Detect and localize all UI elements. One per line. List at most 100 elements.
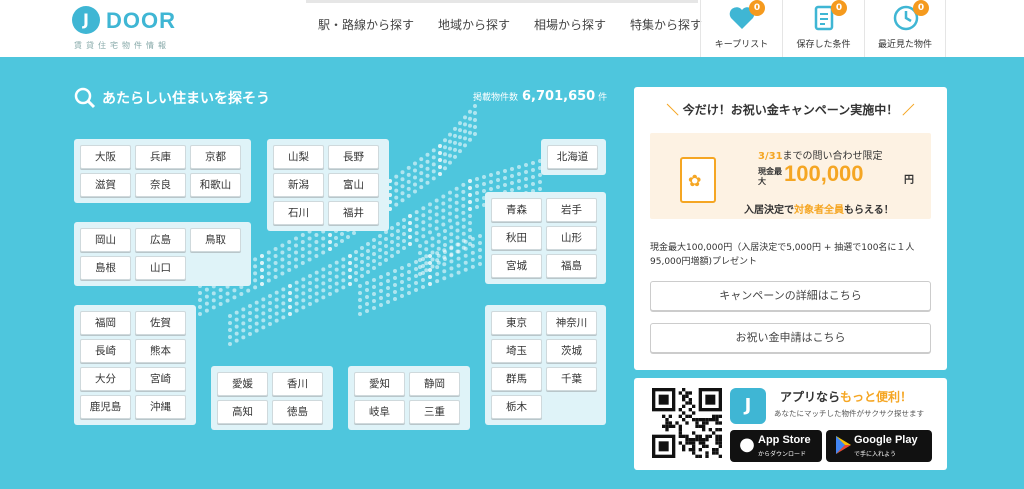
campaign-details-button[interactable]: キャンペーンの詳細はこちら: [650, 281, 931, 311]
map-dot: [438, 172, 442, 176]
pref-button[interactable]: 北海道: [547, 145, 598, 169]
pref-button[interactable]: 富山: [328, 173, 379, 197]
pref-button[interactable]: 長野: [328, 145, 379, 169]
pref-button[interactable]: 千葉: [546, 367, 597, 391]
pref-button[interactable]: 山梨: [273, 145, 324, 169]
pref-button[interactable]: 長崎: [80, 339, 131, 363]
qr-module: [702, 428, 706, 432]
pref-button[interactable]: 宮崎: [135, 367, 186, 391]
map-dot: [273, 275, 278, 279]
pref-button[interactable]: 愛知: [354, 372, 405, 396]
map-dot: [198, 305, 202, 309]
nav-station[interactable]: 駅・路線から探す: [306, 0, 426, 57]
qr-module: [702, 418, 706, 422]
region-kyushu: 福岡 佐賀 長崎 熊本 大分 宮崎 鹿児島 沖縄: [74, 305, 196, 425]
keep-list-button[interactable]: 0 キープリスト: [700, 0, 782, 57]
pref-button[interactable]: 山口: [135, 256, 186, 280]
pref-button[interactable]: 群馬: [491, 367, 542, 391]
qr-module: [685, 438, 689, 442]
pref-button[interactable]: 三重: [409, 400, 460, 424]
pref-button[interactable]: 高知: [217, 400, 268, 424]
pref-button[interactable]: 大分: [80, 367, 131, 391]
pref-button[interactable]: 鹿児島: [80, 395, 131, 419]
map-dot: [378, 262, 382, 266]
pref-button[interactable]: 奈良: [135, 173, 186, 197]
google-play-button[interactable]: Google Play で手に入れよう: [826, 430, 932, 462]
pref-button[interactable]: 宮城: [491, 254, 542, 278]
pref-button[interactable]: 静岡: [409, 372, 460, 396]
pref-button[interactable]: 東京: [491, 311, 542, 335]
map-dot: [448, 153, 452, 158]
map-dot: [503, 169, 507, 173]
pref-button[interactable]: 福岡: [80, 311, 131, 335]
pref-button[interactable]: 香川: [272, 372, 323, 396]
pref-button[interactable]: 滋賀: [80, 173, 131, 197]
pref-button[interactable]: 秋田: [491, 226, 542, 250]
campaign-amount-unit: 円: [904, 175, 914, 186]
pref-button[interactable]: 埼玉: [491, 339, 542, 363]
map-dot: [441, 215, 446, 220]
pref-button[interactable]: 青森: [491, 198, 542, 222]
map-dot: [449, 252, 454, 257]
campaign-apply-button[interactable]: お祝い金申請はこちら: [650, 323, 931, 353]
nav-area[interactable]: 地域から探す: [426, 0, 522, 57]
recently-viewed-button[interactable]: 0 最近見た物件: [864, 0, 946, 57]
logo[interactable]: J DOOR 賃貸住宅物件情報: [72, 6, 182, 50]
pref-button[interactable]: 沖縄: [135, 395, 186, 419]
pref-button[interactable]: 大阪: [80, 145, 131, 169]
pref-button[interactable]: 広島: [135, 228, 186, 252]
map-dot: [458, 121, 462, 126]
search-title: あたらしい住まいを探そう: [102, 91, 270, 107]
map-dot: [468, 193, 472, 197]
header-icons: 0 キープリスト 0 保存した条件 0 最近見た物件: [700, 0, 946, 57]
pref-button[interactable]: 岐阜: [354, 400, 405, 424]
map-dot: [458, 149, 462, 154]
map-dot: [455, 242, 460, 247]
pref-button[interactable]: 新潟: [273, 173, 324, 197]
map-dot: [428, 216, 432, 221]
app-subtitle: あなたにマッチした物件がサクサク探せます: [774, 409, 924, 418]
pref-button[interactable]: 和歌山: [190, 173, 241, 197]
pref-button[interactable]: 茨城: [546, 339, 597, 363]
campaign-amount-value: 100,000: [784, 161, 864, 186]
pref-button[interactable]: 山形: [546, 226, 597, 250]
map-dot: [510, 181, 514, 185]
campaign-card: ＼ 今だけ！お祝い金キャンペーン実施中！ ／ ✿ 3/31までの問い合わせ限定 …: [634, 87, 947, 370]
pref-button[interactable]: 石川: [273, 201, 324, 225]
map-dot: [510, 174, 514, 178]
map-dot: [475, 177, 479, 181]
map-dot: [386, 286, 390, 290]
pref-button[interactable]: 鳥取: [190, 228, 241, 252]
pref-button[interactable]: 福井: [328, 201, 379, 225]
qr-module: [708, 418, 712, 422]
qr-module: [665, 421, 669, 425]
qr-module: [682, 418, 686, 422]
qr-module: [718, 414, 722, 418]
map-dot: [434, 219, 439, 224]
map-dot: [248, 304, 252, 308]
map-dot: [294, 301, 299, 306]
map-dot: [301, 305, 306, 310]
pref-button[interactable]: 佐賀: [135, 311, 186, 335]
map-dot: [294, 287, 299, 292]
map-dot: [449, 232, 454, 237]
app-store-button[interactable]: ● App Store からダウンロード: [730, 430, 822, 462]
pref-button[interactable]: 兵庫: [135, 145, 186, 169]
pref-button[interactable]: 熊本: [135, 339, 186, 363]
map-dot: [463, 267, 468, 272]
qr-module: [685, 421, 689, 425]
pref-button[interactable]: 栃木: [491, 395, 542, 419]
pref-button[interactable]: 岩手: [546, 198, 597, 222]
pref-button[interactable]: 神奈川: [546, 311, 597, 335]
pref-button[interactable]: 福島: [546, 254, 597, 278]
pref-button[interactable]: 岡山: [80, 228, 131, 252]
pref-button[interactable]: 愛媛: [217, 372, 268, 396]
nav-market[interactable]: 相場から探す: [522, 0, 618, 57]
map-dot: [232, 295, 237, 300]
saved-conditions-button[interactable]: 0 保存した条件: [782, 0, 864, 57]
map-dot: [394, 195, 399, 200]
pref-button[interactable]: 京都: [190, 145, 241, 169]
pref-button[interactable]: 島根: [80, 256, 131, 280]
pref-button[interactable]: 徳島: [272, 400, 323, 424]
map-dot: [478, 255, 482, 259]
